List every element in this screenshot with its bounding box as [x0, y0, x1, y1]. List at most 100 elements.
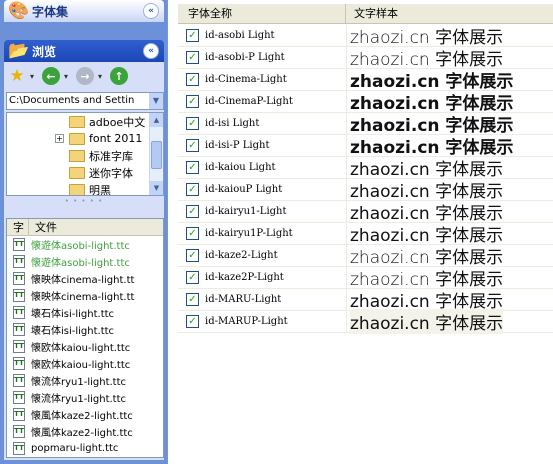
- font-row[interactable]: ✓ id-kaiou Light zhaozi.cn 字体展示: [178, 157, 553, 180]
- fonts-panel-header[interactable]: 🎨 字体集 «: [4, 0, 164, 22]
- fonts-collapse-icon[interactable]: «: [143, 3, 159, 19]
- file-list-item[interactable]: TT 壊石体isi-light.ttc: [7, 304, 163, 321]
- tree-item-label: 明黑: [89, 183, 111, 196]
- font-row[interactable]: ✓ id-asobi-P Light zhaozi.cn 字体展示: [178, 47, 553, 70]
- font-enabled-checkbox[interactable]: ✓: [186, 73, 199, 86]
- truetype-file-icon: TT: [13, 306, 25, 319]
- file-list-item[interactable]: TT 壊石体isi-light.ttc: [7, 321, 163, 338]
- scroll-up-icon[interactable]: ▲: [150, 113, 163, 127]
- path-dropdown-icon[interactable]: ▼: [149, 93, 163, 109]
- font-enabled-checkbox[interactable]: ✓: [186, 205, 199, 218]
- font-row[interactable]: ✓ id-kairyu1P-Light zhaozi.cn 字体展示: [178, 223, 553, 246]
- file-name: 懐欧体kaiou-light.ttc: [31, 343, 131, 354]
- font-grid-header: 字体全称 文字样本: [178, 4, 553, 24]
- font-collection-icon: 🎨: [8, 1, 30, 21]
- column-divider: [346, 25, 347, 47]
- up-folder-icon[interactable]: ↑: [110, 67, 128, 85]
- file-list: 字 文件 TT 懐遊体asobi-light.ttc TT 懐遊体asobi-ligh…: [6, 218, 164, 458]
- truetype-file-icon: TT: [13, 255, 25, 268]
- folder-tree: adboe中文 + font 2011 标准字库 迷你字体 明黑 ▲ ▼: [6, 112, 164, 196]
- file-name: 壊石体isi-light.ttc: [31, 309, 115, 320]
- favorites-star-icon[interactable]: ★: [8, 66, 26, 86]
- font-enabled-checkbox[interactable]: ✓: [186, 271, 199, 284]
- path-value: C:\Documents and Settin: [9, 95, 135, 106]
- file-list-item[interactable]: TT popmaru-light.ttc: [7, 440, 163, 457]
- font-row[interactable]: ✓ id-MARU-Light zhaozi.cn 字体展示: [178, 289, 553, 312]
- file-list-item[interactable]: TT 懐欧体kaiou-light.ttc: [7, 338, 163, 355]
- file-name: 懐映体cinema-light.tt: [31, 292, 135, 303]
- font-full-name: id-asobi Light: [205, 30, 275, 41]
- font-name-column-header[interactable]: 字体全称: [178, 4, 346, 23]
- font-full-name: id-MARUP-Light: [205, 316, 288, 327]
- forward-arrow-icon[interactable]: →: [76, 67, 94, 85]
- font-row[interactable]: ✓ id-CinemaP-Light zhaozi.cn 字体展示: [178, 91, 553, 114]
- file-type-column-header[interactable]: 字: [7, 219, 29, 235]
- font-enabled-checkbox[interactable]: ✓: [186, 249, 199, 262]
- truetype-file-icon: TT: [13, 374, 25, 387]
- scroll-thumb[interactable]: [151, 141, 162, 169]
- file-list-item[interactable]: TT 懐遊体asobi-light.ttc: [7, 253, 163, 270]
- font-row[interactable]: ✓ id-MARUP-Light zhaozi.cn 字体展示: [178, 309, 553, 334]
- font-row[interactable]: ✓ id-Cinema-Light zhaozi.cn 字体展示: [178, 69, 553, 92]
- column-divider: [346, 311, 347, 333]
- truetype-file-icon: TT: [13, 425, 25, 438]
- file-list-item[interactable]: TT 懐風体kaze2-light.ttc: [7, 423, 163, 440]
- browse-panel-body: ★ ▾ ← ▾ → ▾ ↑ C:\Documents and Settin ▼ …: [4, 62, 164, 460]
- back-dropdown-icon[interactable]: ▾: [64, 72, 72, 81]
- fonts-panel-title: 字体集: [32, 4, 69, 19]
- font-enabled-checkbox[interactable]: ✓: [186, 315, 199, 328]
- file-name: 懐流体ryu1-light.ttc: [31, 394, 127, 405]
- column-divider: [346, 245, 347, 267]
- folder-open-icon: 📂: [8, 41, 30, 61]
- column-divider: [346, 91, 347, 113]
- font-row[interactable]: ✓ id-kaiouP Light zhaozi.cn 字体展示: [178, 179, 553, 202]
- font-enabled-checkbox[interactable]: ✓: [186, 95, 199, 108]
- favorites-dropdown-icon[interactable]: ▾: [30, 72, 38, 81]
- truetype-file-icon: TT: [13, 340, 25, 353]
- file-name-column-header[interactable]: 文件: [29, 219, 57, 235]
- file-list-item[interactable]: TT 懐映体cinema-light.tt: [7, 287, 163, 304]
- font-row[interactable]: ✓ id-isi-P Light zhaozi.cn 字体展示: [178, 135, 553, 158]
- file-name: popmaru-light.ttc: [31, 443, 119, 454]
- tree-scrollbar[interactable]: ▲ ▼: [149, 113, 163, 195]
- truetype-file-icon: TT: [13, 289, 25, 302]
- file-name: 懐欧体kaiou-light.ttc: [31, 360, 131, 371]
- font-row[interactable]: ✓ id-kairyu1-Light zhaozi.cn 字体展示: [178, 201, 553, 224]
- file-list-item[interactable]: TT 懐流体ryu1-light.ttc: [7, 389, 163, 406]
- file-rows: TT 懐遊体asobi-light.ttc TT 懐遊体asobi-light.ttc…: [7, 236, 163, 457]
- font-enabled-checkbox[interactable]: ✓: [186, 29, 199, 42]
- file-list-item[interactable]: TT 懐映体cinema-light.tt: [7, 270, 163, 287]
- browse-collapse-icon[interactable]: «: [143, 43, 159, 59]
- file-list-item[interactable]: TT 懐遊体asobi-light.ttc: [7, 236, 163, 253]
- file-list-item[interactable]: TT 懐流体ryu1-light.ttc: [7, 372, 163, 389]
- splitter-grip[interactable]: • • • • •: [64, 198, 104, 205]
- font-row[interactable]: ✓ id-asobi Light zhaozi.cn 字体展示: [178, 25, 553, 48]
- file-list-header: 字 文件: [7, 219, 163, 236]
- column-divider: [346, 179, 347, 201]
- expand-plus-icon[interactable]: +: [55, 134, 64, 143]
- column-divider: [346, 69, 347, 91]
- truetype-file-icon: TT: [13, 391, 25, 404]
- file-list-item[interactable]: TT 懐欧体kaiou-light.ttc: [7, 355, 163, 372]
- font-row[interactable]: ✓ id-kaze2P-Light zhaozi.cn 字体展示: [178, 267, 553, 290]
- file-name: 懐映体cinema-light.tt: [31, 275, 135, 286]
- scroll-down-icon[interactable]: ▼: [150, 181, 163, 195]
- font-row[interactable]: ✓ id-kaze2-Light zhaozi.cn 字体展示: [178, 245, 553, 268]
- path-combobox[interactable]: C:\Documents and Settin ▼: [6, 92, 164, 110]
- forward-dropdown-icon[interactable]: ▾: [98, 72, 106, 81]
- font-row[interactable]: ✓ id-isi Light zhaozi.cn 字体展示: [178, 113, 553, 136]
- column-divider: [346, 113, 347, 135]
- font-enabled-checkbox[interactable]: ✓: [186, 139, 199, 152]
- folder-icon: [69, 166, 85, 179]
- font-enabled-checkbox[interactable]: ✓: [186, 227, 199, 240]
- font-sample-column-header[interactable]: 文字样本: [346, 4, 398, 23]
- browse-panel-header[interactable]: 📂 浏览 «: [4, 40, 164, 62]
- file-list-item[interactable]: TT 懐風体kaze2-light.ttc: [7, 406, 163, 423]
- font-full-name: id-kaiouP Light: [205, 184, 283, 195]
- font-enabled-checkbox[interactable]: ✓: [186, 161, 199, 174]
- font-enabled-checkbox[interactable]: ✓: [186, 117, 199, 130]
- font-enabled-checkbox[interactable]: ✓: [186, 183, 199, 196]
- font-enabled-checkbox[interactable]: ✓: [186, 293, 199, 306]
- font-enabled-checkbox[interactable]: ✓: [186, 51, 199, 64]
- back-arrow-icon[interactable]: ←: [42, 67, 60, 85]
